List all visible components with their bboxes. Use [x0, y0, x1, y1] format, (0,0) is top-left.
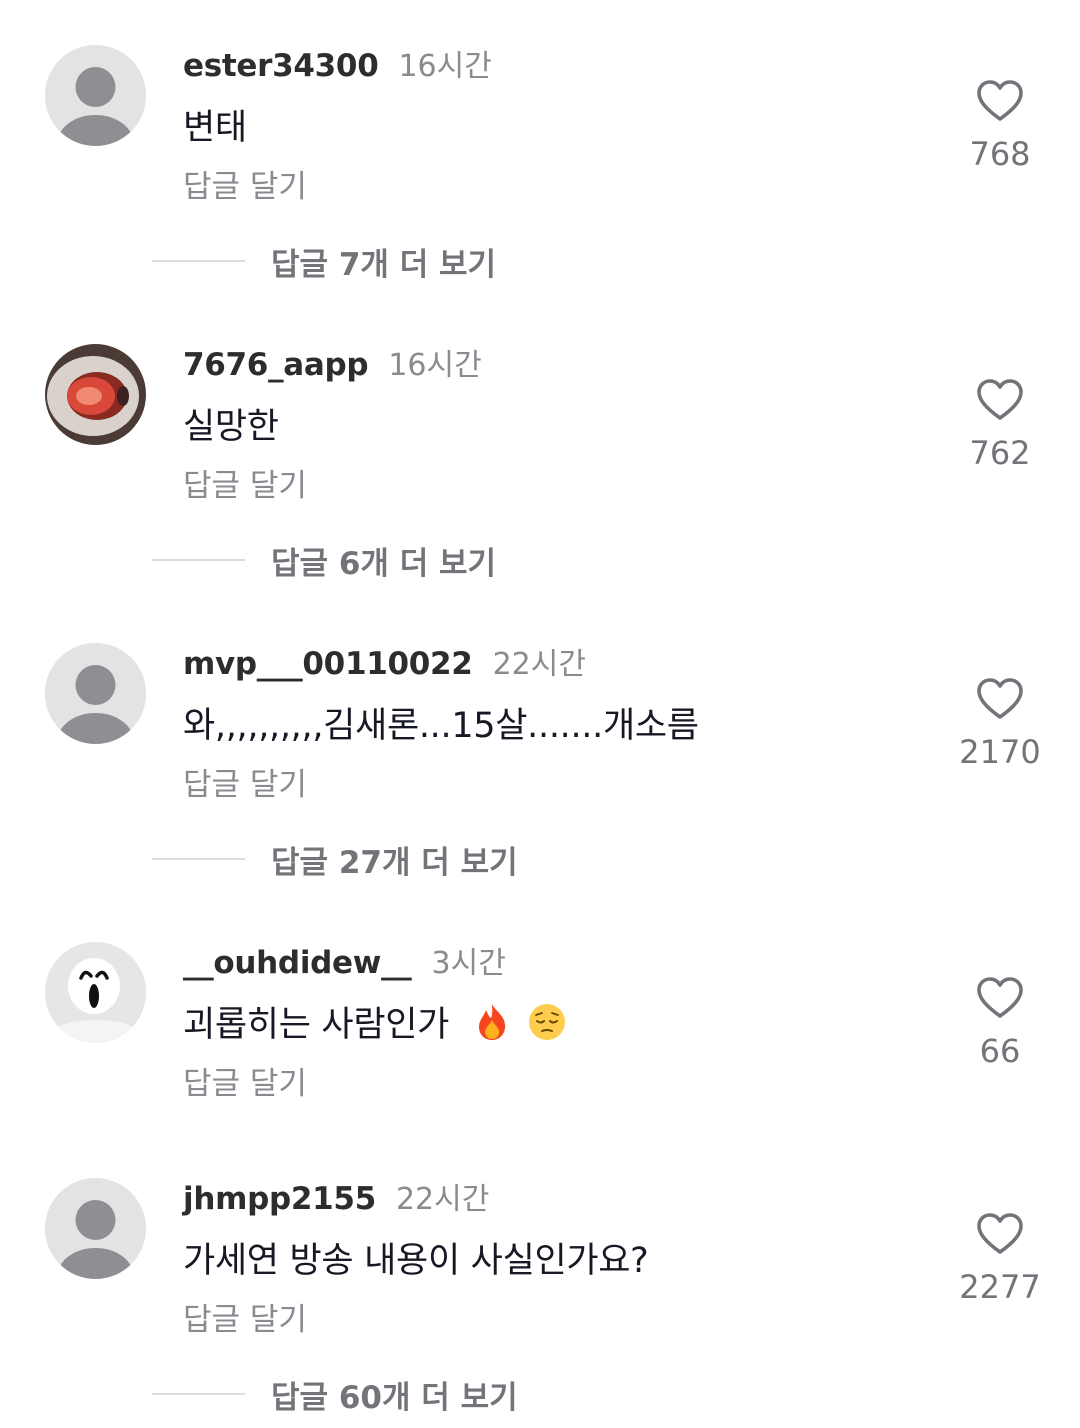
- username[interactable]: mvp___00110022: [183, 646, 473, 682]
- timestamp: 16시간: [398, 49, 492, 84]
- comment-text: 와,,,,,,,,,,김새론...15살.......개소름: [183, 706, 699, 746]
- like-count: 768: [969, 135, 1031, 173]
- default-avatar-icon: [45, 45, 146, 146]
- reply-button[interactable]: 답글 달기: [183, 161, 307, 206]
- heart-icon: [977, 678, 1023, 719]
- timestamp: 16시간: [388, 348, 482, 383]
- heart-icon: [977, 379, 1023, 420]
- like-count: 2277: [959, 1268, 1041, 1306]
- reply-button[interactable]: 답글 달기: [183, 460, 307, 505]
- heart-icon: [977, 1213, 1023, 1254]
- divider-line: [152, 858, 245, 860]
- fire-emoji-icon: [478, 1004, 505, 1040]
- username[interactable]: 7676_aapp: [183, 347, 369, 383]
- heart-icon: [977, 80, 1023, 121]
- username[interactable]: jhmpp2155: [183, 1181, 376, 1217]
- timestamp: 3시간: [431, 946, 506, 981]
- like-count: 2170: [959, 733, 1041, 771]
- reply-button[interactable]: 답글 달기: [183, 1058, 307, 1103]
- comment-text: 괴롭히는 사람인가: [183, 996, 567, 1047]
- like-button[interactable]: 768: [940, 79, 1060, 173]
- avatar[interactable]: [45, 942, 146, 1043]
- default-avatar-icon: [45, 1178, 146, 1279]
- comment-meta: ester34300 16시간: [183, 41, 492, 84]
- view-more-label: 답글 6개 더 보기: [271, 545, 497, 582]
- view-more-replies[interactable]: 답글 7개 더 보기: [152, 241, 497, 283]
- avatar[interactable]: [45, 344, 146, 445]
- comment-text: 변태: [183, 108, 247, 148]
- like-count: 762: [969, 434, 1031, 472]
- view-more-replies[interactable]: 답글 6개 더 보기: [152, 540, 497, 582]
- comment-meta: __ouhdidew__ 3시간: [183, 938, 506, 981]
- strawberry-photo-icon: [45, 344, 146, 445]
- heart-icon: [977, 977, 1023, 1018]
- timestamp: 22시간: [395, 1182, 490, 1217]
- comment-meta: jhmpp2155 22시간: [183, 1174, 489, 1217]
- view-more-label: 답글 27개 더 보기: [271, 844, 518, 881]
- like-button[interactable]: 2277: [940, 1212, 1060, 1306]
- reply-button[interactable]: 답글 달기: [183, 759, 307, 804]
- comment-text-content: 괴롭히는 사람인가: [183, 1005, 450, 1045]
- username[interactable]: ester34300: [183, 48, 379, 84]
- avatar[interactable]: [45, 643, 146, 744]
- comment-meta: 7676_aapp 16시간: [183, 340, 482, 383]
- username[interactable]: __ouhdidew__: [183, 945, 412, 981]
- like-count: 66: [979, 1032, 1021, 1070]
- like-button[interactable]: 2170: [940, 677, 1060, 771]
- like-button[interactable]: 66: [940, 976, 1060, 1070]
- comment-text: 실망한: [183, 407, 279, 447]
- divider-line: [152, 260, 245, 262]
- comment-text: 가세연 방송 내용이 사실인가요?: [183, 1241, 649, 1281]
- view-more-label: 답글 60개 더 보기: [271, 1379, 518, 1416]
- view-more-replies[interactable]: 답글 60개 더 보기: [152, 1374, 518, 1416]
- view-more-replies[interactable]: 답글 27개 더 보기: [152, 839, 518, 881]
- pensive-face-emoji-icon: [528, 1004, 565, 1040]
- timestamp: 22시간: [492, 647, 586, 682]
- like-button[interactable]: 762: [940, 378, 1060, 472]
- avatar[interactable]: [45, 45, 146, 146]
- divider-line: [152, 1393, 245, 1395]
- comment-meta: mvp___00110022 22시간: [183, 639, 586, 682]
- avatar[interactable]: [45, 1178, 146, 1279]
- default-avatar-icon: [45, 643, 146, 744]
- ghost-mask-icon: [45, 942, 146, 1043]
- divider-line: [152, 559, 245, 561]
- view-more-label: 답글 7개 더 보기: [271, 246, 497, 283]
- reply-button[interactable]: 답글 달기: [183, 1294, 307, 1339]
